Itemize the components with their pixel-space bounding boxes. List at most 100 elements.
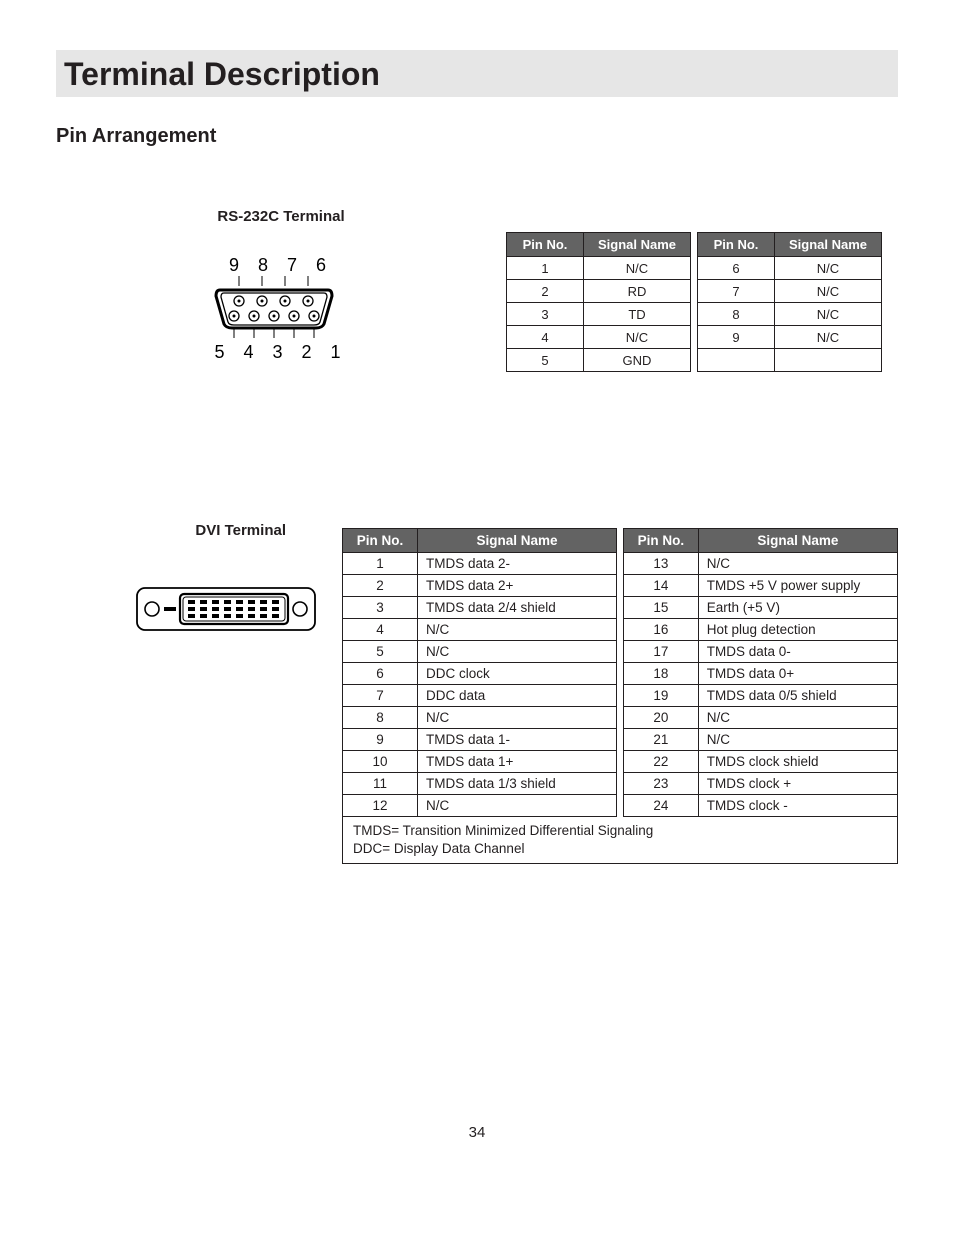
table-row: 1TMDS data 2- bbox=[343, 553, 617, 575]
table-row: 2TMDS data 2+ bbox=[343, 575, 617, 597]
rs232-table-right: Pin No. Signal Name 6N/C7N/C8N/C9N/C bbox=[697, 232, 882, 372]
signal-cell: TMDS clock shield bbox=[698, 751, 897, 773]
rs232-section: RS-232C Terminal 9 8 7 6 bbox=[56, 208, 898, 372]
pin-cell: 16 bbox=[624, 619, 699, 641]
table-row: 16Hot plug detection bbox=[624, 619, 898, 641]
dvi-footnote-line1: TMDS= Transition Minimized Differential … bbox=[353, 822, 887, 840]
signal-cell: N/C bbox=[775, 280, 882, 303]
dvi-label: DVI Terminal bbox=[195, 522, 286, 539]
pin-cell: 17 bbox=[624, 641, 699, 663]
pin-cell: 22 bbox=[624, 751, 699, 773]
table-row: 4N/C bbox=[507, 326, 691, 349]
dvi-connector-icon bbox=[136, 587, 316, 631]
pin-cell: 19 bbox=[624, 685, 699, 707]
signal-cell: N/C bbox=[584, 326, 691, 349]
pin-cell: 9 bbox=[343, 729, 418, 751]
signal-cell: DDC data bbox=[417, 685, 616, 707]
table-row: 5N/C bbox=[343, 641, 617, 663]
signal-cell: TMDS data 1+ bbox=[417, 751, 616, 773]
pin-cell: 4 bbox=[343, 619, 418, 641]
dvi-table-right: Pin No. Signal Name 13N/C14TMDS +5 V pow… bbox=[623, 528, 898, 817]
table-row: 1N/C bbox=[507, 257, 691, 280]
dvi-section: DVI Terminal bbox=[56, 522, 898, 864]
pin-cell: 8 bbox=[343, 707, 418, 729]
rs232-connector-icon: 9 8 7 6 bbox=[214, 255, 347, 363]
table-row: 8N/C bbox=[343, 707, 617, 729]
table-row: 5GND bbox=[507, 349, 691, 372]
page: Terminal Description Pin Arrangement RS-… bbox=[0, 0, 954, 1181]
pin-cell: 23 bbox=[624, 773, 699, 795]
table-row: 6N/C bbox=[698, 257, 882, 280]
table-row: 9N/C bbox=[698, 326, 882, 349]
pin-cell: 1 bbox=[343, 553, 418, 575]
pin-cell: 7 bbox=[343, 685, 418, 707]
signal-cell: N/C bbox=[417, 795, 616, 817]
pin-cell: 11 bbox=[343, 773, 418, 795]
table-row: 11TMDS data 1/3 shield bbox=[343, 773, 617, 795]
pin-cell bbox=[698, 349, 775, 372]
signal-cell: TMDS clock + bbox=[698, 773, 897, 795]
rs232-bottom-pin-numbers: 5 4 3 2 1 bbox=[214, 342, 347, 363]
signal-cell: TMDS +5 V power supply bbox=[698, 575, 897, 597]
pin-cell: 2 bbox=[507, 280, 584, 303]
signal-cell bbox=[775, 349, 882, 372]
dvi-header-signal: Signal Name bbox=[698, 529, 897, 553]
signal-cell: TMDS data 0+ bbox=[698, 663, 897, 685]
rs232-header-signal: Signal Name bbox=[584, 233, 691, 257]
signal-cell: N/C bbox=[584, 257, 691, 280]
pin-cell: 20 bbox=[624, 707, 699, 729]
pin-cell: 13 bbox=[624, 553, 699, 575]
signal-cell: Earth (+5 V) bbox=[698, 597, 897, 619]
signal-cell: TMDS data 0/5 shield bbox=[698, 685, 897, 707]
pin-cell: 9 bbox=[698, 326, 775, 349]
table-row: 3TMDS data 2/4 shield bbox=[343, 597, 617, 619]
signal-cell: N/C bbox=[698, 729, 897, 751]
signal-cell: RD bbox=[584, 280, 691, 303]
page-number: 34 bbox=[56, 1124, 898, 1141]
signal-cell: TD bbox=[584, 303, 691, 326]
pin-cell: 21 bbox=[624, 729, 699, 751]
dvi-table-left: Pin No. Signal Name 1TMDS data 2-2TMDS d… bbox=[342, 528, 617, 817]
dvi-footnote-line2: DDC= Display Data Channel bbox=[353, 840, 887, 858]
page-title: Terminal Description bbox=[56, 50, 898, 97]
pin-cell: 5 bbox=[507, 349, 584, 372]
table-row: 15Earth (+5 V) bbox=[624, 597, 898, 619]
pin-cell: 18 bbox=[624, 663, 699, 685]
rs232-tables: Pin No. Signal Name 1N/C2RD3TD4N/C5GND P… bbox=[506, 232, 882, 372]
signal-cell: TMDS data 1- bbox=[417, 729, 616, 751]
dvi-footnote: TMDS= Transition Minimized Differential … bbox=[342, 817, 898, 864]
table-row: 19TMDS data 0/5 shield bbox=[624, 685, 898, 707]
pin-cell: 8 bbox=[698, 303, 775, 326]
dvi-diagram-column: DVI Terminal bbox=[56, 522, 342, 631]
pin-cell: 15 bbox=[624, 597, 699, 619]
pin-cell: 1 bbox=[507, 257, 584, 280]
dvi-header-signal: Signal Name bbox=[417, 529, 616, 553]
signal-cell: TMDS clock - bbox=[698, 795, 897, 817]
pin-cell: 6 bbox=[698, 257, 775, 280]
pin-cell: 6 bbox=[343, 663, 418, 685]
subheading-pin-arrangement: Pin Arrangement bbox=[56, 125, 898, 148]
rs232-label: RS-232C Terminal bbox=[217, 208, 344, 225]
signal-cell: N/C bbox=[698, 707, 897, 729]
table-row: 8N/C bbox=[698, 303, 882, 326]
table-row: 10TMDS data 1+ bbox=[343, 751, 617, 773]
table-row: 12N/C bbox=[343, 795, 617, 817]
table-row: 22TMDS clock shield bbox=[624, 751, 898, 773]
signal-cell: DDC clock bbox=[417, 663, 616, 685]
table-row: 4N/C bbox=[343, 619, 617, 641]
table-row: 21N/C bbox=[624, 729, 898, 751]
signal-cell: TMDS data 2- bbox=[417, 553, 616, 575]
table-row: 23TMDS clock + bbox=[624, 773, 898, 795]
signal-cell: TMDS data 2/4 shield bbox=[417, 597, 616, 619]
signal-cell: N/C bbox=[417, 641, 616, 663]
signal-cell: N/C bbox=[698, 553, 897, 575]
table-row: 2RD bbox=[507, 280, 691, 303]
rs232-table-left: Pin No. Signal Name 1N/C2RD3TD4N/C5GND bbox=[506, 232, 691, 372]
pin-cell: 14 bbox=[624, 575, 699, 597]
table-row: 18TMDS data 0+ bbox=[624, 663, 898, 685]
signal-cell: N/C bbox=[775, 326, 882, 349]
signal-cell: N/C bbox=[417, 707, 616, 729]
table-row: 20N/C bbox=[624, 707, 898, 729]
dvi-tables-wrap: Pin No. Signal Name 1TMDS data 2-2TMDS d… bbox=[342, 528, 898, 864]
signal-cell: N/C bbox=[775, 257, 882, 280]
